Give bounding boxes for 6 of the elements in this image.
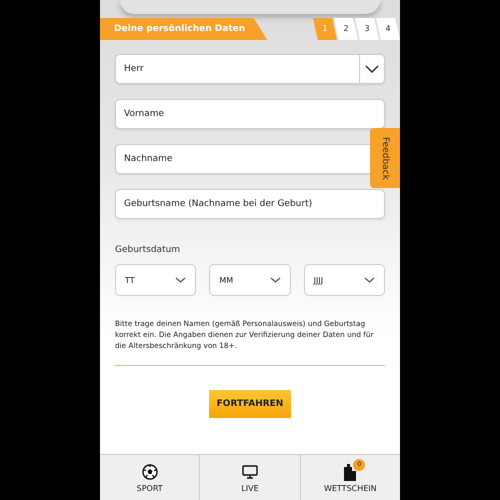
step-indicator: 1 bbox=[313, 18, 337, 40]
field-label: Geburtsdatum bbox=[115, 245, 182, 255]
step-indicator: 3 bbox=[355, 18, 379, 40]
step-indicator: 4 bbox=[376, 18, 400, 40]
section-title: Deine persönlichen Daten bbox=[100, 18, 268, 40]
step-indicator: 2 bbox=[334, 18, 358, 40]
